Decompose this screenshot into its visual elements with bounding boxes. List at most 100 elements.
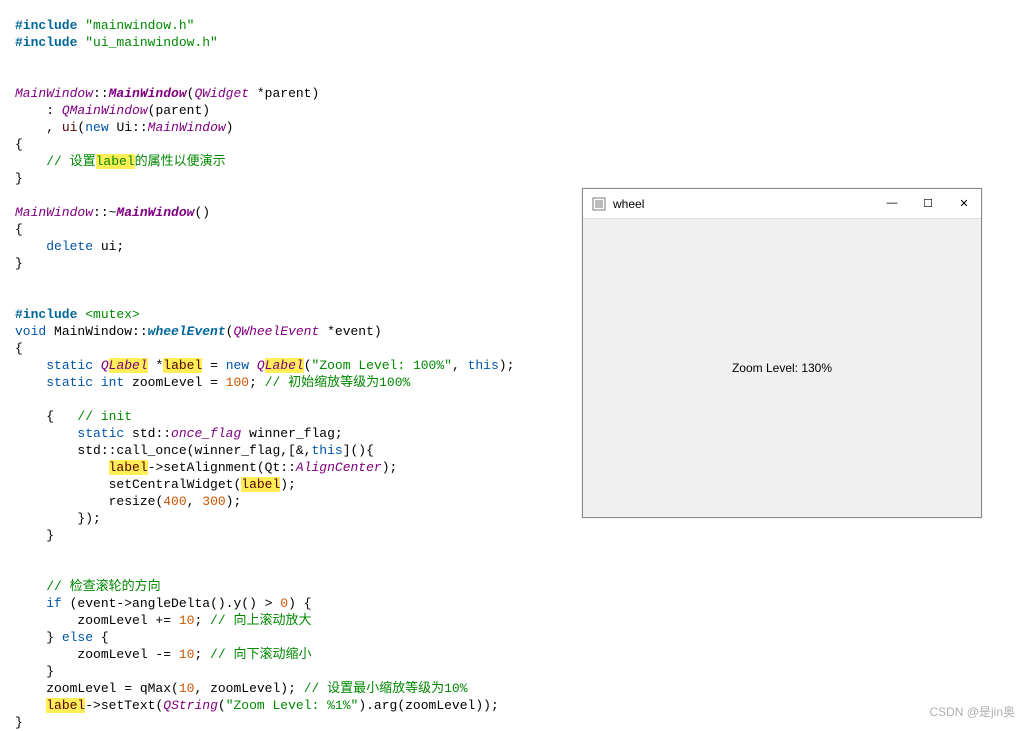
minimize-button[interactable]: — [883,197,901,210]
string-token: "ui_mainwindow.h" [77,35,217,50]
type-token: once_flag [171,426,241,441]
text-token: ) { [288,596,311,611]
text-token: -> [148,460,164,475]
app-content[interactable]: Zoom Level: 130% [583,219,981,517]
method-token: resize [109,494,156,509]
preproc-token: #include [15,35,77,50]
member-token: ui [62,120,78,135]
class-token: MainWindow [15,86,93,101]
maximize-button[interactable]: ☐ [919,197,937,210]
text-token: (event-> [62,596,132,611]
app-icon [591,196,607,212]
preproc-token: #include [15,307,77,322]
text-token: = [202,358,225,373]
text-token: std:: [124,426,171,441]
text-token: , [15,120,62,135]
text-token [93,375,101,390]
method-token: arg [374,698,397,713]
number-token: 400 [163,494,186,509]
string-token: "Zoom Level: 100%" [312,358,452,373]
number-token: 300 [202,494,225,509]
type-token: QWheelEvent [233,324,319,339]
indent [15,358,46,373]
method-token: setCentralWidget [109,477,234,492]
comment-token: // 设置 [46,154,95,169]
keyword-token: new [85,120,108,135]
text-token: ) [226,120,234,135]
string-token: <mutex> [77,307,139,322]
text-token: ); [226,494,242,509]
keyword-token: static [46,358,93,373]
text-token: () > [241,596,280,611]
op-token: ::~ [93,205,116,220]
keyword-token: new [226,358,249,373]
text-token: ( [171,681,179,696]
preproc-token: #include [15,18,77,33]
indent [15,154,46,169]
number-token: 10 [179,647,195,662]
text-token: zoomLevel -= [15,647,179,662]
keyword-token: delete [46,239,93,254]
indent [15,596,46,611]
string-token: "mainwindow.h" [77,18,194,33]
titlebar[interactable]: wheel — ☐ ✕ [583,189,981,219]
comment-token: 的属性以便演示 [135,154,226,169]
brace-token: } [15,715,23,730]
text-token: ); [499,358,515,373]
indent [15,375,46,390]
text-token: ( [218,698,226,713]
type-token: QWidget [194,86,249,101]
indent: std:: [15,443,116,458]
text-token: (zoomLevel)); [397,698,498,713]
op-token: :: [93,86,109,101]
text-token: ); [382,460,398,475]
type-token: QString [163,698,218,713]
enum-token: AlignCenter [296,460,382,475]
comment-token: // 向下滚动缩小 [210,647,311,662]
keyword-token: void [15,324,46,339]
method-token: setText [101,698,156,713]
number-token: 10 [179,681,195,696]
type-token: QMainWindow [62,103,148,118]
text-token: , zoomLevel); [194,681,303,696]
text-token: MainWindow:: [46,324,147,339]
keyword-token: if [46,596,62,611]
text-token: ui; [93,239,124,254]
type-token: MainWindow [148,120,226,135]
text-token: zoomLevel = [15,681,140,696]
highlight-label: label [163,358,202,373]
keyword-token: this [468,358,499,373]
app-window[interactable]: wheel — ☐ ✕ Zoom Level: 130% [582,188,982,518]
highlight-label: label [109,460,148,475]
text-token: (). [210,596,233,611]
zoom-level-label: Zoom Level: 130% [732,361,832,375]
titlebar-buttons: — ☐ ✕ [883,197,973,210]
text-token: *event) [319,324,381,339]
text-token: , [452,358,468,373]
brace-token: { [15,222,23,237]
text-token: ( [304,358,312,373]
text-token: ; [249,375,265,390]
comment-token: // 检查滚轮的方向 [46,579,160,594]
ctor-token: MainWindow [109,86,187,101]
text-token: (winner_flag,[&, [187,443,312,458]
func-token: wheelEvent [148,324,226,339]
window-title: wheel [613,197,883,211]
highlight-label: label [46,698,85,713]
number-token: 100 [226,375,249,390]
brace-token: } [15,528,54,543]
close-button[interactable]: ✕ [955,197,973,210]
indent [15,477,109,492]
text-token: (parent) [148,103,210,118]
indent [15,579,46,594]
text-token: ; [194,613,210,628]
keyword-token: static [77,426,124,441]
text-token: ). [358,698,374,713]
type-token: Q [249,358,265,373]
string-token: "Zoom Level: %1%" [226,698,359,713]
watermark: CSDN @是jin奥 [929,703,1015,720]
indent [15,460,109,475]
comment-token: // 设置最小缩放等级为10% [304,681,468,696]
highlight-label: Label [265,358,304,373]
text-token: winner_flag; [241,426,342,441]
